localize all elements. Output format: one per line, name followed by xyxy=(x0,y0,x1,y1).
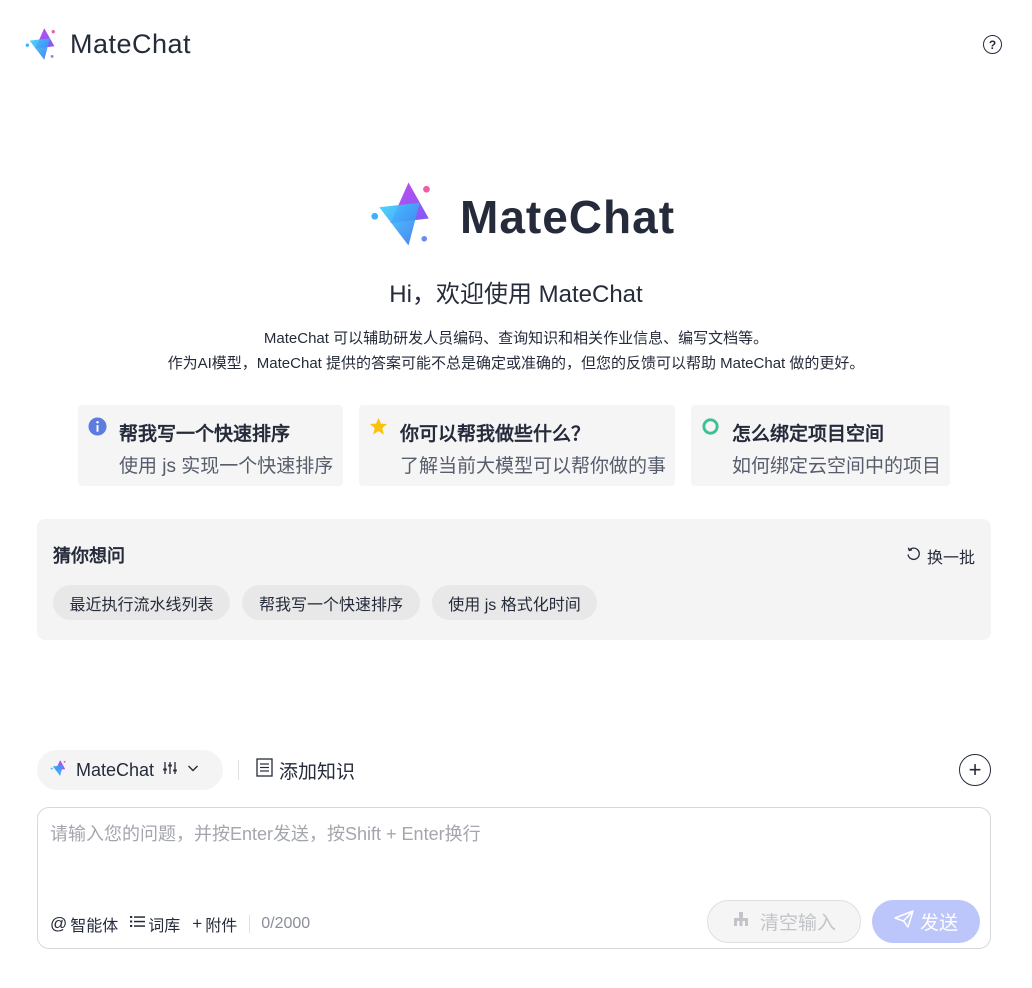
broom-icon xyxy=(732,911,750,933)
new-chat-button[interactable]: + xyxy=(959,754,991,786)
question-circle-icon: ? xyxy=(988,37,997,52)
refresh-label: 换一批 xyxy=(926,550,975,567)
hero-title: MateChat xyxy=(460,190,676,243)
add-knowledge-label: 添加知识 xyxy=(279,762,356,783)
model-name: MateChat xyxy=(76,759,155,780)
clear-input-button[interactable]: 清空输入 xyxy=(707,900,861,943)
app-name: MateChat xyxy=(70,28,192,59)
add-knowledge-button[interactable]: 添加知识 xyxy=(256,757,355,784)
sliders-icon xyxy=(162,760,178,781)
chevron-down-icon xyxy=(186,761,200,780)
at-icon: @ xyxy=(50,914,68,933)
guess-title: 猜你想问 xyxy=(53,546,125,566)
matechat-logo-icon xyxy=(24,26,60,62)
hero-logo: MateChat xyxy=(368,178,675,255)
model-selector[interactable]: MateChat xyxy=(37,750,223,790)
star-icon xyxy=(369,417,388,436)
send-icon xyxy=(894,909,914,934)
card-title: 你可以帮我做些什么？ xyxy=(400,424,591,445)
card-subtitle: 如何绑定云空间中的项目 xyxy=(732,456,942,477)
document-icon xyxy=(256,758,273,783)
attach-label: 附件 xyxy=(205,918,238,935)
suggestion-card[interactable]: 帮我写一个快速排序 使用 js 实现一个快速排序 xyxy=(78,405,343,486)
description-line-1: MateChat 可以辅助研发人员编码、查询知识和相关作业信息、编写文档等。 xyxy=(263,330,769,347)
matechat-logo-icon xyxy=(50,759,68,782)
send-button[interactable]: 发送 xyxy=(872,900,980,943)
send-label: 发送 xyxy=(919,913,958,934)
suggestion-card[interactable]: 怎么绑定项目空间 如何绑定云空间中的项目 xyxy=(691,405,950,486)
plus-icon: + xyxy=(192,914,203,933)
help-button[interactable]: ? xyxy=(983,35,1002,54)
char-count: 0/2000 xyxy=(261,915,311,932)
top-bar: MateChat ? xyxy=(0,0,1032,90)
question-chip[interactable]: 最近执行流水线列表 xyxy=(53,585,230,620)
card-title: 帮我写一个快速排序 xyxy=(119,424,291,445)
card-title: 怎么绑定项目空间 xyxy=(732,424,885,445)
guess-panel: 猜你想问 换一批 最近执行流水线列表 帮我写一个快速排序 使用 js 格式化时间 xyxy=(37,519,991,640)
info-icon xyxy=(88,417,107,436)
refresh-button[interactable]: 换一批 xyxy=(906,544,975,568)
suggestion-card[interactable]: 你可以帮我做些什么？ 了解当前大模型可以帮你做的事 xyxy=(359,405,675,486)
agent-label: 智能体 xyxy=(70,918,119,935)
list-icon xyxy=(130,915,146,933)
matechat-logo-icon xyxy=(368,178,440,255)
agent-button[interactable]: @ 智能体 xyxy=(50,912,118,936)
lexicon-label: 词库 xyxy=(148,918,181,935)
attach-button[interactable]: + 附件 xyxy=(192,912,237,936)
plus-icon: + xyxy=(968,757,982,782)
chat-input-box: @ 智能体 词库 + 附件 0/2000 xyxy=(37,807,991,949)
description-line-2: 作为AI模型，MateChat 提供的答案可能不总是确定或准确的，但您的反馈可以… xyxy=(167,355,865,372)
question-chip[interactable]: 帮我写一个快速排序 xyxy=(242,585,420,620)
ring-icon xyxy=(701,417,720,436)
tools-divider xyxy=(249,915,251,933)
brand: MateChat xyxy=(24,26,191,62)
question-chip[interactable]: 使用 js 格式化时间 xyxy=(432,585,597,620)
lexicon-button[interactable]: 词库 xyxy=(130,912,180,936)
card-subtitle: 了解当前大模型可以帮你做的事 xyxy=(400,456,667,477)
refresh-icon xyxy=(906,546,921,566)
chat-input[interactable] xyxy=(50,820,975,890)
card-subtitle: 使用 js 实现一个快速排序 xyxy=(119,456,334,477)
greeting: Hi，欢迎使用 MateChat xyxy=(389,281,643,308)
input-tools: @ 智能体 词库 + 附件 0/2000 xyxy=(50,912,310,936)
toolbar-divider xyxy=(238,760,239,780)
clear-input-label: 清空输入 xyxy=(759,913,836,934)
